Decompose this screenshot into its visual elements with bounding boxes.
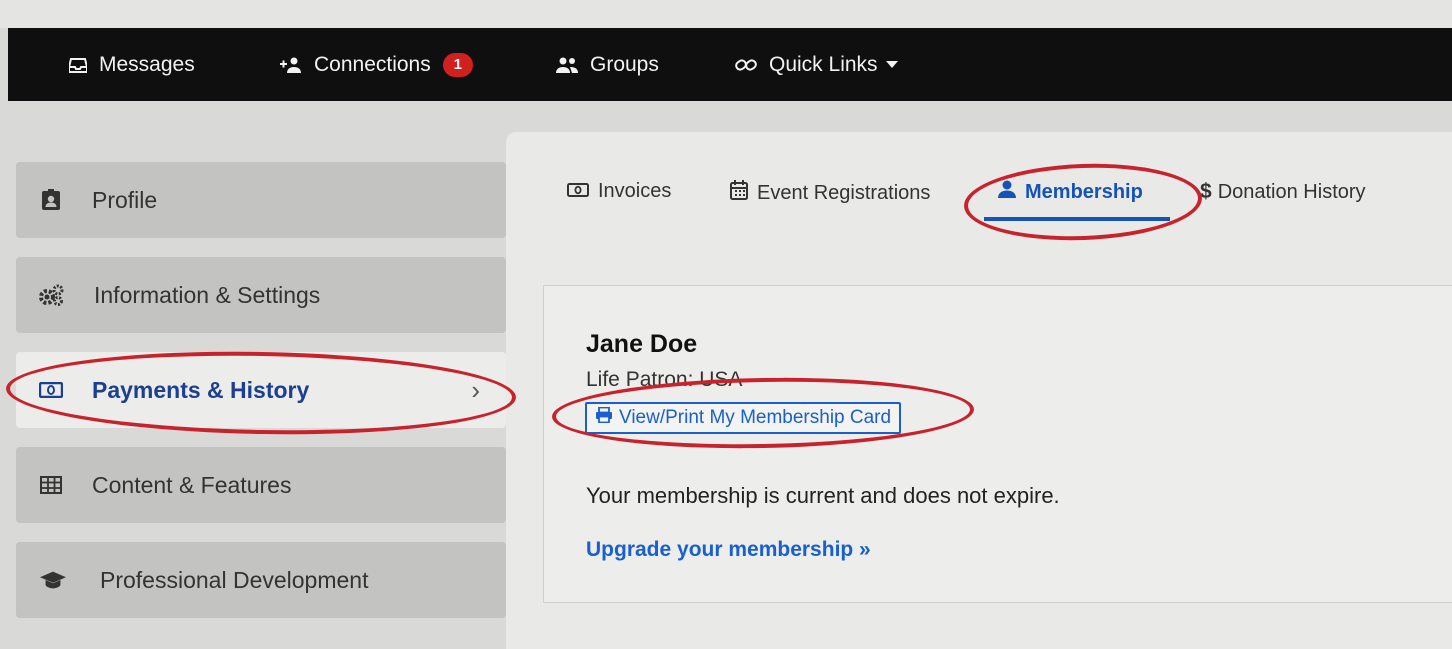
tab-event-registrations[interactable]: Event Registrations xyxy=(730,180,930,206)
member-name: Jane Doe xyxy=(586,330,698,358)
nav-connections-label: Connections xyxy=(314,52,431,76)
sidebar-item-profile[interactable]: Profile xyxy=(16,162,506,238)
chevron-down-icon xyxy=(885,61,898,68)
sidebar-item-label: Information & Settings xyxy=(94,281,321,308)
id-badge-icon xyxy=(38,187,64,213)
gears-icon xyxy=(38,282,64,308)
tab-label: Membership xyxy=(1025,180,1143,203)
sidebar-item-payments-history[interactable]: Payments & History › xyxy=(16,352,506,428)
users-icon xyxy=(556,57,578,73)
nav-connections[interactable]: Connections 1 xyxy=(280,52,473,77)
tab-label: Donation History xyxy=(1217,180,1366,203)
tab-label: Event Registrations xyxy=(757,181,931,204)
money-bill-icon xyxy=(567,180,589,203)
sidebar-item-label: Payments & History xyxy=(92,376,310,403)
link-icon xyxy=(735,56,757,74)
graduation-cap-icon xyxy=(40,567,66,593)
calendar-icon xyxy=(730,180,748,206)
connections-count-badge: 1 xyxy=(442,52,473,77)
sidebar-item-label: Profile xyxy=(92,186,158,213)
tab-label: Invoices xyxy=(598,180,672,202)
user-plus-icon xyxy=(280,57,302,73)
sidebar-item-information-settings[interactable]: Information & Settings xyxy=(16,257,506,333)
user-icon xyxy=(998,180,1016,204)
sidebar-item-label: Content & Features xyxy=(92,471,292,498)
tab-donation-history[interactable]: $ Donation History xyxy=(1200,180,1366,204)
money-bill-icon xyxy=(38,377,64,403)
print-icon xyxy=(595,406,613,429)
nav-groups-label: Groups xyxy=(590,52,659,76)
nav-messages[interactable]: Messages xyxy=(69,53,195,77)
membership-level: Life Patron: USA xyxy=(586,368,743,391)
tab-invoices[interactable]: Invoices xyxy=(567,180,671,203)
membership-status: Your membership is current and does not … xyxy=(586,483,1060,508)
sidebar-item-professional-development[interactable]: Professional Development xyxy=(16,542,506,618)
upgrade-membership-link[interactable]: Upgrade your membership » xyxy=(586,538,871,562)
tab-membership[interactable]: Membership xyxy=(998,180,1143,204)
sidebar-item-label: Professional Development xyxy=(100,566,369,593)
chevron-right-icon: › xyxy=(471,374,480,405)
top-strip xyxy=(0,0,1452,28)
top-navbar: Messages Connections 1 Groups Quick Link… xyxy=(8,28,1452,101)
dollar-icon: $ xyxy=(1200,180,1212,203)
sidebar-item-content-features[interactable]: Content & Features xyxy=(16,447,506,523)
view-print-label: View/Print My Membership Card xyxy=(619,407,892,428)
nav-quick-links-label: Quick Links xyxy=(769,52,878,76)
table-icon xyxy=(38,472,64,498)
nav-groups[interactable]: Groups xyxy=(556,53,659,77)
nav-quick-links[interactable]: Quick Links xyxy=(735,53,898,77)
inbox-icon xyxy=(69,57,87,73)
nav-messages-label: Messages xyxy=(99,52,195,76)
view-print-membership-card-button[interactable]: View/Print My Membership Card xyxy=(585,402,902,434)
active-tab-indicator xyxy=(984,217,1170,221)
